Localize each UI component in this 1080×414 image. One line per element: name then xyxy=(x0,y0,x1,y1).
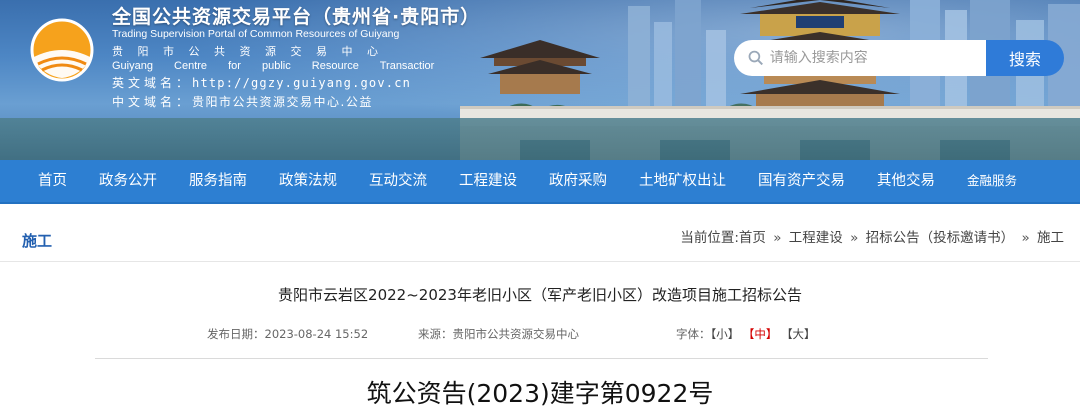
chinese-domain-row: 中文域名：贵阳市公共资源交易中心.公益 xyxy=(112,94,480,111)
section-title: 施工 xyxy=(22,232,53,250)
search-button[interactable]: 搜索 xyxy=(986,40,1064,76)
font-size-large[interactable]: 【大】 xyxy=(781,327,816,341)
source-info: 来源：贵阳市公共资源交易中心 xyxy=(418,326,579,342)
chinese-domain-label: 中文域名： xyxy=(112,95,193,109)
source-label: 来源： xyxy=(418,327,453,341)
banner-water xyxy=(0,118,1080,160)
font-size-label: 字体： xyxy=(676,327,711,341)
breadcrumb-prefix: 当前位置: xyxy=(680,230,739,246)
publish-date: 2023-08-24 15:52 xyxy=(264,327,369,341)
search-input[interactable] xyxy=(769,50,986,66)
nav-item-home[interactable]: 首页 xyxy=(22,159,83,203)
publish-info: 发布日期：2023-08-24 15:52 xyxy=(207,326,368,342)
nav-item-government-affairs[interactable]: 政务公开 xyxy=(83,159,173,203)
breadcrumb-current[interactable]: 施工 xyxy=(1037,230,1064,246)
breadcrumb-home[interactable]: 首页 xyxy=(739,230,766,246)
main-nav: 首页 政务公开 服务指南 政策法规 互动交流 工程建设 政府采购 土地矿权出让 … xyxy=(0,160,1080,204)
breadcrumb-construction[interactable]: 工程建设 xyxy=(789,230,843,246)
english-domain-label: 英文域名： xyxy=(112,76,193,90)
nav-item-other-trading[interactable]: 其他交易 xyxy=(861,159,951,203)
publish-label: 发布日期： xyxy=(207,327,265,341)
header-banner: 全国公共资源交易平台（贵州省·贵阳市） Trading Supervision … xyxy=(0,0,1080,160)
article-title: 贵阳市云岩区2022~2023年老旧小区（军产老旧小区）改造项目施工招标公告 xyxy=(278,286,802,304)
platform-title-en: Trading Supervision Portal of Common Res… xyxy=(112,28,400,40)
chinese-domain-value: 贵阳市公共资源交易中心.公益 xyxy=(192,95,373,109)
breadcrumb-separator: » xyxy=(1021,230,1030,246)
breadcrumb-tender-notice[interactable]: 招标公告（投标邀请书） xyxy=(866,230,1015,246)
breadcrumb-separator: » xyxy=(850,230,859,246)
nav-item-policies[interactable]: 政策法规 xyxy=(263,159,353,203)
font-size-medium[interactable]: 【中】 xyxy=(743,327,778,341)
nav-item-construction[interactable]: 工程建设 xyxy=(443,159,533,203)
nav-item-procurement[interactable]: 政府采购 xyxy=(533,159,623,203)
platform-title-block: 全国公共资源交易平台（贵州省·贵阳市） Trading Supervision … xyxy=(112,6,480,111)
search-bar: 搜索 xyxy=(734,40,1064,76)
breadcrumb-separator: » xyxy=(773,230,782,246)
nav-item-state-assets[interactable]: 国有资产交易 xyxy=(742,159,861,203)
search-box xyxy=(734,40,986,76)
platform-logo-icon xyxy=(30,18,94,82)
search-icon xyxy=(748,50,763,66)
nav-item-interaction[interactable]: 互动交流 xyxy=(353,159,443,203)
english-domain-value: http://ggzy.guiyang.gov.cn xyxy=(192,76,412,90)
platform-title-cn: 全国公共资源交易平台（贵州省·贵阳市） xyxy=(112,6,481,28)
nav-item-service-guide[interactable]: 服务指南 xyxy=(173,159,263,203)
source-value: 贵阳市公共资源交易中心 xyxy=(452,327,580,341)
centre-name-en: Guiyang Centre for public Resource Trans… xyxy=(112,60,435,72)
nav-item-land-mining[interactable]: 土地矿权出让 xyxy=(623,159,742,203)
breadcrumb-row: 施工 当前位置:首页 » 工程建设 » 招标公告（投标邀请书） » 施工 xyxy=(0,204,1080,262)
centre-name-cn: 贵阳市公共资源交易中心 xyxy=(112,45,393,58)
english-domain-row: 英文域名：http://ggzy.guiyang.gov.cn xyxy=(112,75,480,92)
nav-item-financial-services[interactable]: 金融服务 xyxy=(951,159,1033,203)
article-divider xyxy=(95,358,988,359)
font-size-small[interactable]: 【小】 xyxy=(711,327,740,341)
document-number: 筑公资告(2023)建字第0922号 xyxy=(366,379,714,408)
font-size-control: 字体：【小】 【中】 【大】 xyxy=(676,326,816,342)
breadcrumb: 当前位置:首页 » 工程建设 » 招标公告（投标邀请书） » 施工 xyxy=(680,226,1064,246)
